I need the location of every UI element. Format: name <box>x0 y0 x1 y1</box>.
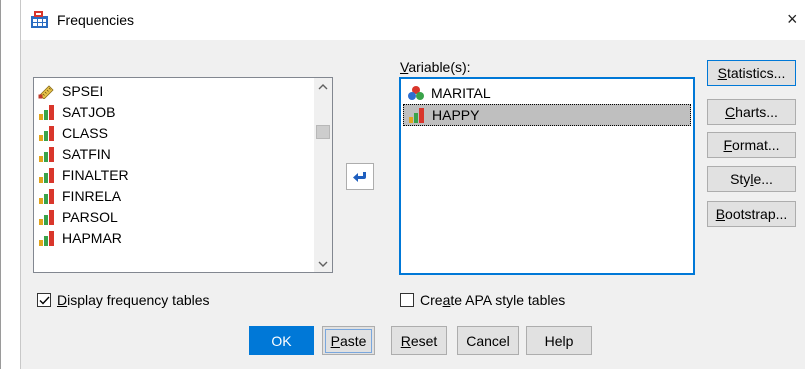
ordinal-bars-icon <box>39 125 54 141</box>
display-frequency-tables-option[interactable]: Display frequency tables <box>37 292 210 308</box>
variables-label: Variable(s): <box>400 59 471 75</box>
source-list-item[interactable]: PARSOL <box>34 206 314 227</box>
nominal-circles-icon <box>408 86 424 100</box>
scale-ruler-icon <box>38 84 54 99</box>
reset-button[interactable]: Reset <box>391 326 447 355</box>
variable-name: FINALTER <box>62 166 129 183</box>
source-list-item[interactable]: HAPMAR <box>34 227 314 248</box>
ordinal-bars-icon <box>409 108 424 123</box>
checkmark-icon <box>39 296 50 305</box>
scroll-thumb[interactable] <box>316 125 330 139</box>
title-bar: Frequencies <box>30 8 134 32</box>
source-list-item[interactable]: CLASS <box>34 122 314 143</box>
variable-name: SPSEI <box>62 82 104 99</box>
ordinal-bars-icon <box>39 167 54 183</box>
charts-button[interactable]: Charts... <box>707 99 796 125</box>
source-list-item[interactable]: FINALTER <box>34 164 314 185</box>
ordinal-bars-icon <box>39 209 54 225</box>
apa-style-label: Create APA style tables <box>420 292 566 308</box>
window-left-edge <box>0 0 1 369</box>
arrow-left-icon <box>353 171 366 182</box>
chevron-up-icon <box>318 83 328 89</box>
source-list-item[interactable]: SATJOB <box>34 101 314 122</box>
cancel-button[interactable]: Cancel <box>457 326 519 355</box>
target-list-item[interactable]: MARITAL <box>403 82 691 104</box>
scroll-down-arrow[interactable] <box>314 255 332 272</box>
style-button[interactable]: Sty l e... <box>707 166 796 192</box>
variable-name: HAPMAR <box>62 229 122 246</box>
variable-name: PARSOL <box>62 208 118 225</box>
bootstrap-button[interactable]: Bootstrap... <box>707 201 796 227</box>
source-list-item[interactable]: FINRELA <box>34 185 314 206</box>
variable-name: CLASS <box>62 124 108 141</box>
ordinal-bars-icon <box>39 230 54 246</box>
close-icon[interactable]: × <box>787 10 798 28</box>
spss-app-icon <box>31 11 48 28</box>
ok-button[interactable]: OK <box>249 326 314 355</box>
variable-name: MARITAL <box>431 85 491 101</box>
help-button[interactable]: Help <box>526 326 592 355</box>
ordinal-bars-icon <box>39 146 54 162</box>
source-list-items: SPSEI SATJOB CLASS SATFIN FINALTER FINRELA PAR… <box>34 78 314 272</box>
variable-name: SATJOB <box>62 103 116 120</box>
target-variable-list[interactable]: MARITAL HAPPY <box>399 77 695 275</box>
format-button[interactable]: Format... <box>707 132 796 158</box>
chevron-down-icon <box>318 261 328 267</box>
move-variable-button[interactable] <box>346 163 374 190</box>
source-list-scrollbar[interactable] <box>314 78 332 272</box>
window-title: Frequencies <box>57 12 135 28</box>
source-variable-list[interactable]: SPSEI SATJOB CLASS SATFIN FINALTER FINRELA PAR… <box>33 77 333 273</box>
paste-button[interactable]: Paste <box>322 326 375 355</box>
scroll-up-arrow[interactable] <box>314 78 332 95</box>
apa-style-tables-option[interactable]: Create APA style tables <box>400 292 565 308</box>
statistics-button[interactable]: Statistics... <box>707 60 796 86</box>
ordinal-bars-icon <box>39 188 54 204</box>
source-list-item[interactable]: SATFIN <box>34 143 314 164</box>
variable-name: FINRELA <box>62 187 122 204</box>
source-list-item[interactable]: SPSEI <box>34 80 314 101</box>
apa-style-checkbox[interactable] <box>400 293 414 307</box>
variable-name: HAPPY <box>432 107 480 123</box>
variable-name: SATFIN <box>62 145 111 162</box>
ordinal-bars-icon <box>39 104 54 120</box>
display-frequency-label: Display frequency tables <box>57 292 210 308</box>
display-frequency-checkbox[interactable] <box>37 293 51 307</box>
target-list-item[interactable]: HAPPY <box>403 104 691 126</box>
